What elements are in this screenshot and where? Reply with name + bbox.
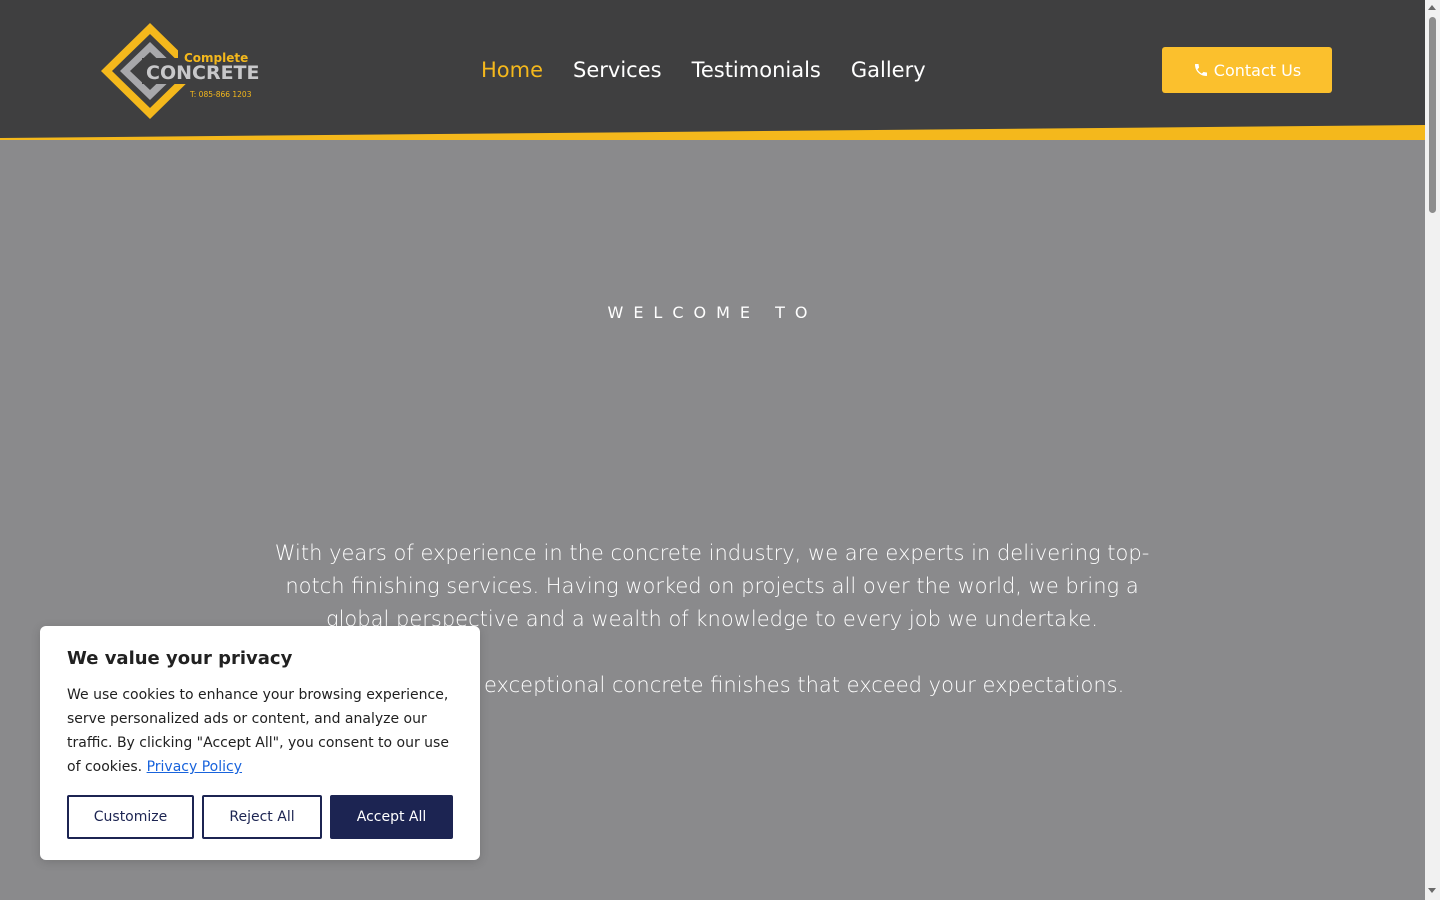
cookie-title: We value your privacy [67,648,293,669]
hero-paragraph-1: With years of experience in the concrete… [274,541,1150,631]
site-logo[interactable]: Complete CONCRETE T: 085-866 1203 [100,22,260,120]
nav-home[interactable]: Home [481,52,543,88]
svg-text:T: 085-866 1203: T: 085-866 1203 [189,90,252,99]
welcome-eyebrow: WELCOME TO [607,303,818,322]
privacy-policy-link[interactable]: Privacy Policy [147,759,242,775]
contact-us-button[interactable]: Contact Us [1162,47,1332,93]
cookie-description: We use cookies to enhance your browsing … [67,683,457,779]
cookie-body-text: We use cookies to enhance your browsing … [67,687,449,775]
contact-us-label: Contact Us [1213,60,1302,80]
svg-text:CONCRETE: CONCRETE [146,62,260,84]
customize-button[interactable]: Customize [67,795,194,839]
page-scrollbar[interactable] [1425,0,1440,900]
nav-services[interactable]: Services [573,52,662,88]
cookie-consent-banner: We value your privacy We use cookies to … [40,626,480,860]
logo-diamond-icon: Complete CONCRETE T: 085-866 1203 [101,23,260,119]
nav-gallery[interactable]: Gallery [851,52,926,88]
header-accent-stripe [0,125,1425,142]
scroll-down-icon[interactable] [1428,888,1436,893]
site-header: Complete CONCRETE T: 085-866 1203 Home S… [0,0,1425,142]
main-nav: Home Services Testimonials Gallery [481,52,956,88]
scroll-up-icon[interactable] [1428,5,1436,10]
nav-testimonials[interactable]: Testimonials [692,52,821,88]
phone-icon [1194,64,1207,76]
accept-all-button[interactable]: Accept All [330,795,453,839]
scrollbar-thumb[interactable] [1429,17,1436,213]
reject-all-button[interactable]: Reject All [202,795,322,839]
